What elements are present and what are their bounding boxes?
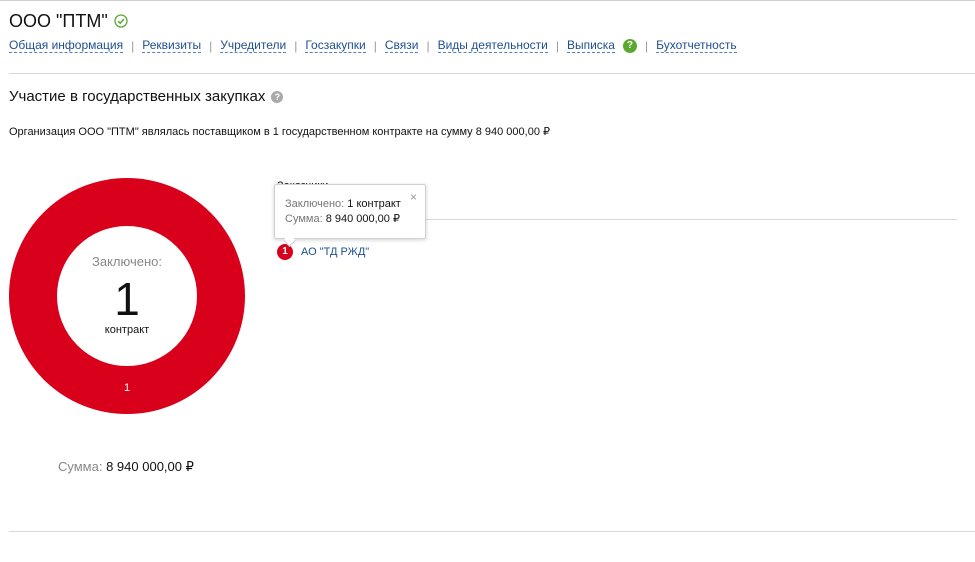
customer-name-link[interactable]: АО "ТД РЖД" xyxy=(301,246,369,258)
section-heading: Участие в государственных закупках ? xyxy=(9,88,284,105)
nav-separator: | xyxy=(373,39,377,53)
sum-label: Сумма: xyxy=(58,459,103,474)
section-title: Участие в государственных закупках xyxy=(9,88,266,105)
tooltip-contracts: Заключено: 1 контракт xyxy=(285,198,401,210)
company-header: ООО "ПТМ" xyxy=(9,10,128,32)
nav-activities[interactable]: Виды деятельности xyxy=(437,39,548,53)
nav-accounting[interactable]: Бухотчетность xyxy=(656,39,737,53)
nav-separator: | xyxy=(644,39,649,53)
nav-separator: | xyxy=(131,39,135,53)
donut-slice-label: 1 xyxy=(123,382,131,394)
extract-help-icon[interactable]: ? xyxy=(622,39,637,53)
divider xyxy=(9,73,975,74)
tooltip-contracts-value: 1 контракт xyxy=(347,198,401,210)
nav-founders[interactable]: Учредители xyxy=(220,39,287,53)
nav-separator: | xyxy=(426,39,430,53)
tooltip-sum: Сумма: 8 940 000,00 ₽ xyxy=(285,212,400,225)
nav-separator: | xyxy=(555,39,559,53)
donut-center-label: Заключено: xyxy=(92,254,162,269)
nav-connections[interactable]: Связи xyxy=(384,39,419,53)
divider-bottom xyxy=(9,531,975,532)
donut-center-unit: контракт xyxy=(104,324,150,336)
donut-center-value: 1 xyxy=(114,273,140,325)
top-border xyxy=(0,0,975,1)
nav-separator: | xyxy=(294,39,298,53)
company-nav: Общая информация | Реквизиты | Учредител… xyxy=(9,39,737,53)
customer-count-badge: 1 xyxy=(277,244,293,260)
procurement-summary: Организация ООО "ПТМ" являлась поставщик… xyxy=(9,126,550,138)
nav-separator: | xyxy=(209,39,213,53)
tooltip-contracts-label: Заключено: xyxy=(285,198,345,210)
sum-value: 8 940 000,00 ₽ xyxy=(106,459,194,474)
total-sum: Сумма: 8 940 000,00 ₽ xyxy=(58,459,194,475)
company-title: ООО "ПТМ" xyxy=(9,11,108,31)
verified-check-icon xyxy=(114,14,128,28)
nav-requisites[interactable]: Реквизиты xyxy=(142,39,202,53)
contracts-donut-chart: Заключено: 1 контракт 1 xyxy=(9,178,245,414)
nav-general-info[interactable]: Общая информация xyxy=(9,39,124,53)
tooltip-sum-label: Сумма: xyxy=(285,213,323,225)
nav-extract[interactable]: Выписка xyxy=(566,39,615,53)
tooltip-sum-value: 8 940 000,00 ₽ xyxy=(325,213,400,225)
nav-gov-purchases[interactable]: Госзакупки xyxy=(305,39,366,53)
customer-item[interactable]: 1 АО "ТД РЖД" xyxy=(277,244,369,260)
section-help-icon[interactable]: ? xyxy=(271,90,284,103)
tooltip-close-icon[interactable]: × xyxy=(410,191,417,203)
chart-tooltip: Заключено: 1 контракт Сумма: 8 940 000,0… xyxy=(274,184,426,247)
